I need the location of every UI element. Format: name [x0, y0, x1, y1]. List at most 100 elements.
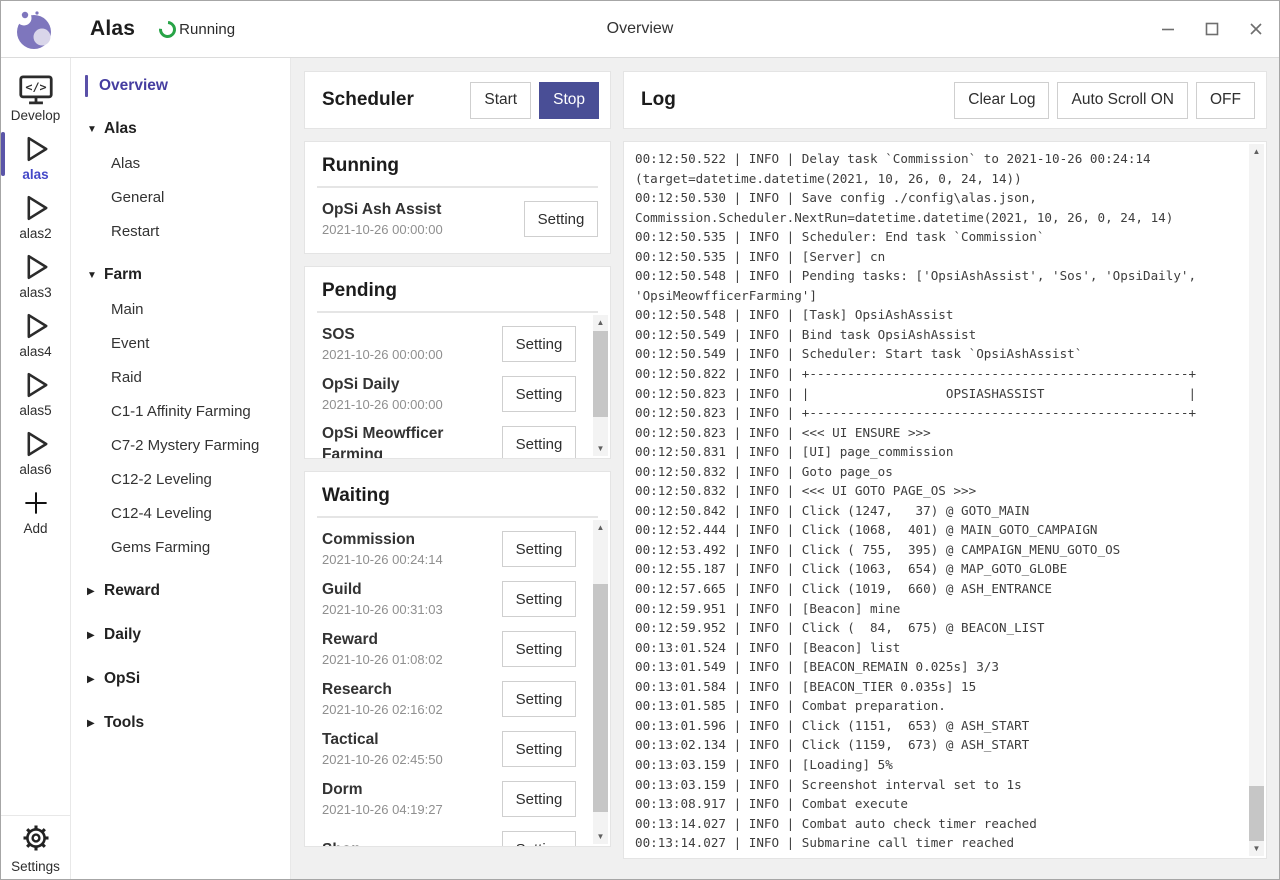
running-task-list: OpSi Ash Assist2021-10-26 00:00:00Settin…: [305, 188, 610, 253]
sidebar-item-overview[interactable]: Overview: [71, 70, 290, 102]
task-row: Guild2021-10-26 00:31:03Setting: [322, 574, 584, 624]
alas-logo-icon: [12, 7, 56, 51]
clear-log-button[interactable]: Clear Log: [954, 82, 1049, 119]
rail-item-alas5[interactable]: alas5: [1, 363, 70, 421]
sidebar-item-c7-2-mystery-farming[interactable]: C7-2 Mystery Farming: [71, 428, 290, 462]
rail-item-label: Settings: [11, 859, 60, 874]
scrollbar-thumb[interactable]: [593, 584, 608, 812]
stop-button[interactable]: Stop: [539, 82, 599, 119]
log-line: 00:13:02.134 | INFO | Click (1159, 673) …: [635, 735, 1247, 755]
sidebar-item-main[interactable]: Main: [71, 292, 290, 326]
task-setting-button[interactable]: Setting: [502, 426, 576, 458]
log-line: 00:12:59.951 | INFO | [Beacon] mine: [635, 599, 1247, 619]
scroll-down-arrow-icon[interactable]: ▼: [1249, 841, 1264, 856]
waiting-scrollbar[interactable]: ▲ ▼: [593, 520, 608, 844]
log-line: 00:12:50.831 | INFO | [UI] page_commissi…: [635, 442, 1247, 462]
waiting-panel: Waiting Commission2021-10-26 00:24:14Set…: [304, 471, 611, 847]
task-setting-button[interactable]: Setting: [502, 681, 576, 717]
auto-scroll-off-button[interactable]: OFF: [1196, 82, 1255, 119]
task-setting-button[interactable]: Setting: [502, 326, 576, 362]
sidebar-group-label: OpSi: [104, 670, 140, 688]
log-line: 00:12:50.530 | INFO | Save config ./conf…: [635, 188, 1247, 208]
task-info: SOS2021-10-26 00:00:00: [322, 324, 502, 364]
scroll-up-arrow-icon[interactable]: ▲: [593, 520, 608, 535]
chevron-right-icon: ▶: [87, 630, 104, 641]
rail-item-alas6[interactable]: alas6: [1, 422, 70, 480]
status-text: Running: [179, 21, 235, 38]
rail-item-add[interactable]: Add: [1, 481, 70, 539]
log-line: 00:12:50.535 | INFO | [Server] cn: [635, 247, 1247, 267]
task-info: OpSi Ash Assist2021-10-26 00:00:00: [322, 199, 524, 239]
scroll-up-arrow-icon[interactable]: ▲: [593, 315, 608, 330]
task-name: OpSi Meowfficer Farming: [322, 423, 494, 458]
rail-item-label: Develop: [11, 108, 61, 123]
task-setting-button[interactable]: Setting: [502, 781, 576, 817]
scroll-down-arrow-icon[interactable]: ▼: [593, 829, 608, 844]
running-spinner-icon: [156, 17, 180, 41]
rail-item-alas2[interactable]: alas2: [1, 186, 70, 244]
sidebar-item-alas[interactable]: Alas: [71, 146, 290, 180]
sidebar-item-general[interactable]: General: [71, 180, 290, 214]
sidebar-item-c1-1-affinity-farming[interactable]: C1-1 Affinity Farming: [71, 394, 290, 428]
auto-scroll-on-button[interactable]: Auto Scroll ON: [1057, 82, 1188, 119]
rail-item-alas[interactable]: alas: [1, 127, 70, 185]
scrollbar-thumb[interactable]: [1249, 786, 1264, 841]
rail-item-alas3[interactable]: alas3: [1, 245, 70, 303]
sidebar-group-daily[interactable]: ▶Daily: [71, 618, 290, 652]
task-setting-button[interactable]: Setting: [502, 831, 576, 846]
task-name: Research: [322, 679, 494, 700]
task-row: Tactical2021-10-26 02:45:50Setting: [322, 724, 584, 774]
task-setting-button[interactable]: Setting: [502, 376, 576, 412]
task-setting-button[interactable]: Setting: [524, 201, 598, 237]
task-info: Dorm2021-10-26 04:19:27: [322, 779, 502, 819]
log-line: 00:12:53.492 | INFO | Click ( 755, 395) …: [635, 540, 1247, 560]
task-info: Shop: [322, 839, 502, 847]
sidebar-group-farm[interactable]: ▼Farm: [71, 258, 290, 292]
rail-item-label: alas: [22, 167, 48, 182]
active-indicator: [85, 75, 88, 97]
scheduler-column: Scheduler Start Stop Running OpSi Ash As…: [304, 71, 611, 859]
log-line: 00:12:50.549 | INFO | Bind task OpsiAshA…: [635, 325, 1247, 345]
task-setting-button[interactable]: Setting: [502, 581, 576, 617]
sidebar-item-restart[interactable]: Restart: [71, 214, 290, 248]
start-button[interactable]: Start: [470, 82, 531, 119]
task-setting-button[interactable]: Setting: [502, 731, 576, 767]
log-line: 00:12:55.187 | INFO | Click (1063, 654) …: [635, 559, 1247, 579]
minimize-button[interactable]: [1159, 20, 1177, 38]
task-next-run-time: 2021-10-26 01:08:02: [322, 650, 494, 669]
scrollbar-thumb[interactable]: [593, 331, 608, 417]
close-button[interactable]: [1247, 20, 1265, 38]
sidebar-item-raid[interactable]: Raid: [71, 360, 290, 394]
log-line: 00:12:50.535 | INFO | Scheduler: End tas…: [635, 227, 1247, 247]
scroll-down-arrow-icon[interactable]: ▼: [593, 441, 608, 456]
scroll-up-arrow-icon[interactable]: ▲: [1249, 144, 1264, 159]
sidebar-group-opsi[interactable]: ▶OpSi: [71, 662, 290, 696]
play-icon: [18, 426, 54, 462]
sidebar-group-alas[interactable]: ▼Alas: [71, 112, 290, 146]
rail-item-label: Add: [23, 521, 47, 536]
rail-item-alas4[interactable]: alas4: [1, 304, 70, 362]
sidebar-group-reward[interactable]: ▶Reward: [71, 574, 290, 608]
log-scrollbar[interactable]: ▲ ▼: [1249, 144, 1264, 856]
log-line: 00:13:01.584 | INFO | [BEACON_TIER 0.035…: [635, 677, 1247, 697]
log-line: 00:12:50.842 | INFO | Click (1247, 37) @…: [635, 501, 1247, 521]
sidebar-item-gems-farming[interactable]: Gems Farming: [71, 530, 290, 564]
sidebar-item-c12-2-leveling[interactable]: C12-2 Leveling: [71, 462, 290, 496]
log-line: (target=datetime.datetime(2021, 10, 26, …: [635, 169, 1247, 189]
pending-scrollbar[interactable]: ▲ ▼: [593, 315, 608, 456]
task-name: Shop: [322, 839, 494, 847]
sidebar-item-c12-4-leveling[interactable]: C12-4 Leveling: [71, 496, 290, 530]
task-info: Tactical2021-10-26 02:45:50: [322, 729, 502, 769]
maximize-button[interactable]: [1203, 20, 1221, 38]
task-row: Reward2021-10-26 01:08:02Setting: [322, 624, 584, 674]
log-line: 00:12:50.823 | INFO | +-----------------…: [635, 403, 1247, 423]
rail-item-develop[interactable]: </>Develop: [1, 68, 70, 126]
active-indicator: [1, 132, 5, 176]
task-setting-button[interactable]: Setting: [502, 631, 576, 667]
sidebar-item-event[interactable]: Event: [71, 326, 290, 360]
sidebar-group-tools[interactable]: ▶Tools: [71, 706, 290, 740]
log-line: 00:13:01.524 | INFO | [Beacon] list: [635, 638, 1247, 658]
task-setting-button[interactable]: Setting: [502, 531, 576, 567]
rail-item-settings[interactable]: Settings: [1, 815, 70, 879]
instance-rail: </>Develop alas alas2alas3alas4alas5alas6 A…: [1, 58, 71, 879]
